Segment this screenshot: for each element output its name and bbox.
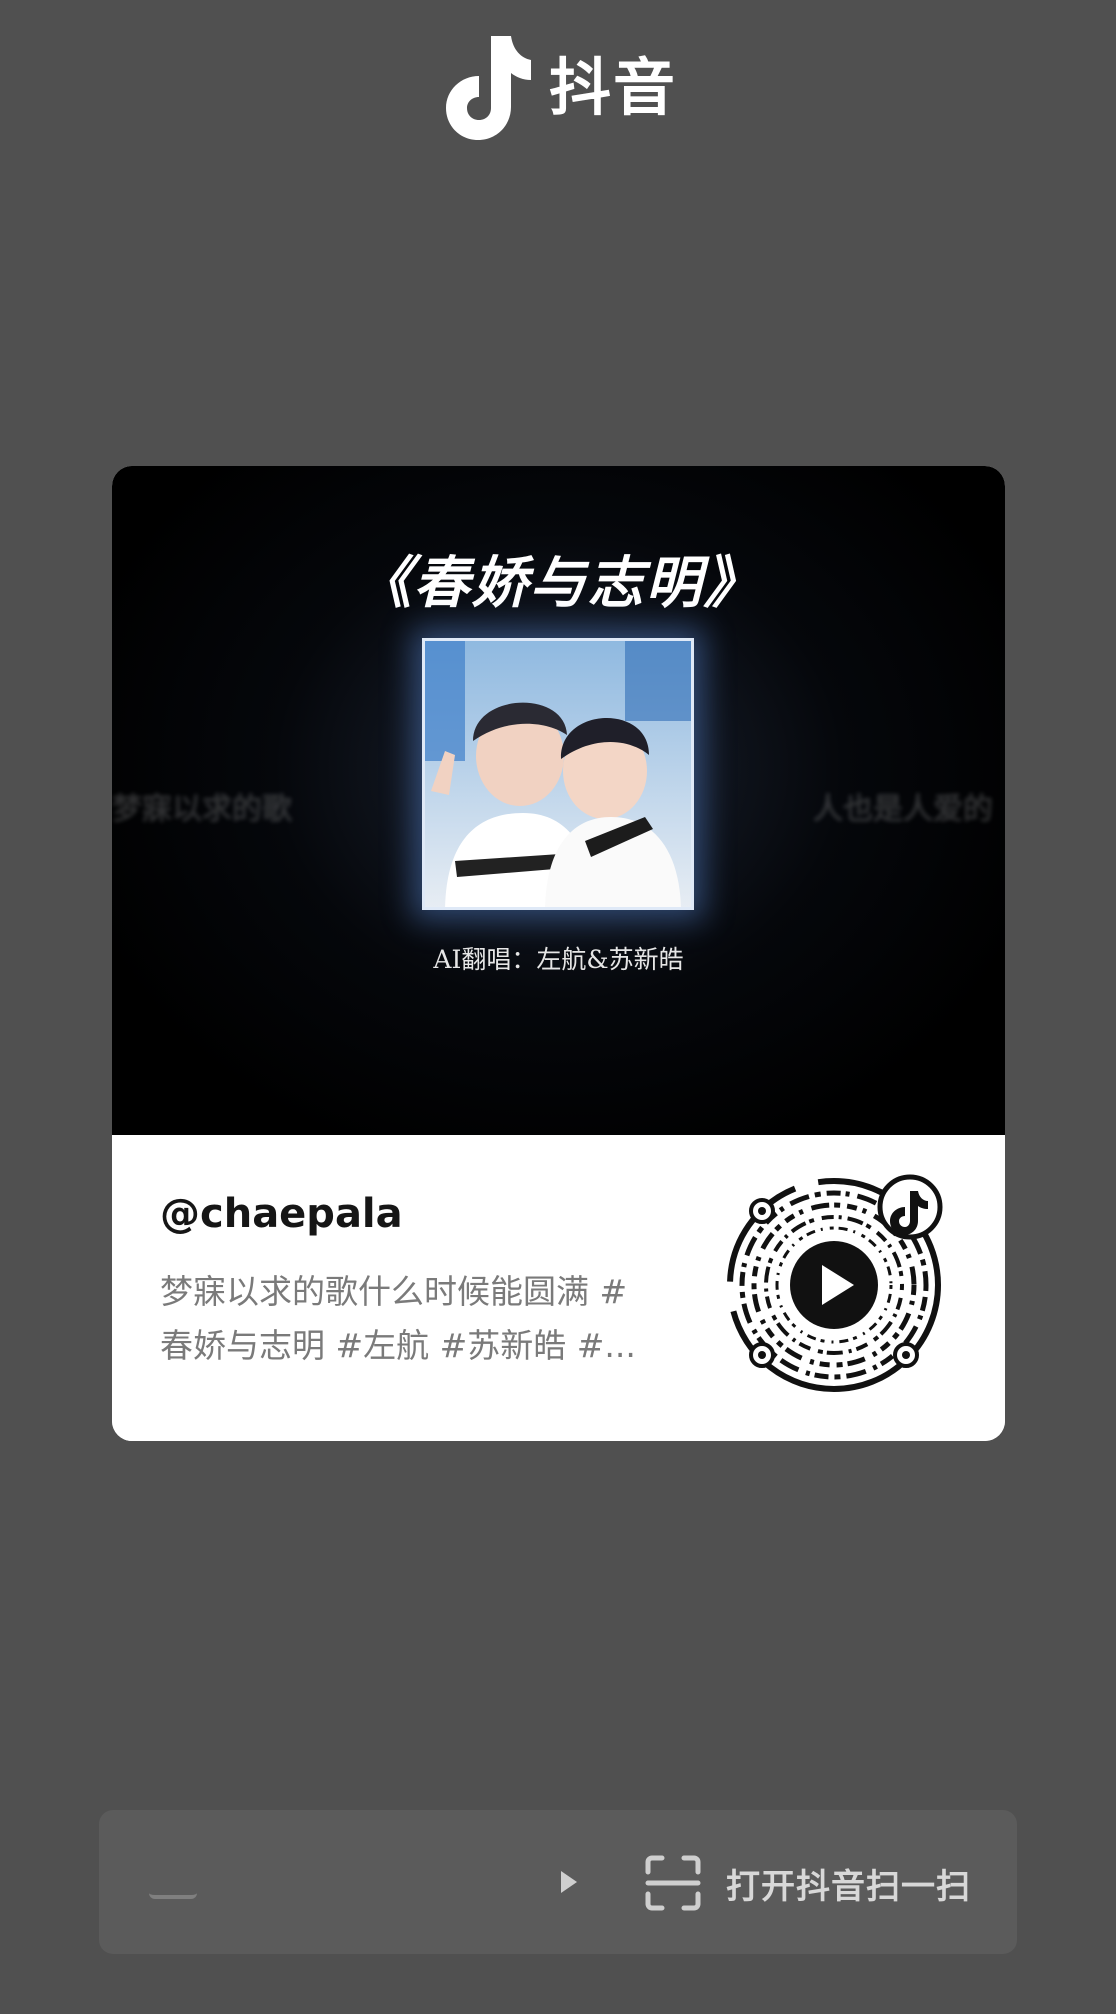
play-icon bbox=[790, 1241, 878, 1329]
douyin-note-icon bbox=[445, 36, 531, 140]
caret-right-icon bbox=[561, 1871, 577, 1893]
share-page: 抖音 梦寐以求的歌 人也是人爱的 《春娇与志明》 AI翻唱：左航&苏新皓 @ch… bbox=[0, 0, 1116, 2014]
cover-faded-text-left: 梦寐以求的歌 bbox=[112, 792, 292, 827]
cover-photo-image bbox=[425, 641, 691, 907]
ghost-icon bbox=[149, 1865, 197, 1899]
scan-label: 打开抖音扫一扫 bbox=[726, 1866, 971, 1907]
video-cover[interactable]: 梦寐以求的歌 人也是人爱的 《春娇与志明》 AI翻唱：左航&苏新皓 bbox=[112, 466, 1005, 1135]
scan-frame-icon bbox=[645, 1855, 701, 1911]
douyin-badge-icon bbox=[877, 1174, 943, 1240]
bottom-scan-bar[interactable]: 打开抖音扫一扫 bbox=[99, 1810, 1017, 1954]
post-description-line-1: 梦寐以求的歌什么时候能圆满 # bbox=[160, 1272, 628, 1311]
cover-credit: AI翻唱：左航&苏新皓 bbox=[433, 945, 684, 974]
post-info: @chaepala 梦寐以求的歌什么时候能圆满 # 春娇与志明 #左航 #苏新皓… bbox=[112, 1135, 1005, 1441]
author-username[interactable]: @chaepala bbox=[160, 1191, 403, 1237]
brand-header: 抖音 bbox=[0, 36, 1116, 140]
share-card[interactable]: 梦寐以求的歌 人也是人爱的 《春娇与志明》 AI翻唱：左航&苏新皓 @chaep… bbox=[112, 466, 1005, 1441]
post-description-line-2: 春娇与志明 #左航 #苏新皓 #... bbox=[160, 1326, 636, 1365]
qr-corner-marker bbox=[749, 1198, 775, 1224]
brand-name: 抖音 bbox=[548, 51, 677, 124]
bar-left-faded bbox=[149, 1856, 479, 1908]
qr-corner-marker bbox=[749, 1342, 775, 1368]
cover-photo bbox=[422, 638, 694, 910]
qr-code bbox=[724, 1173, 954, 1403]
open-douyin-scan-button[interactable]: 打开抖音扫一扫 bbox=[644, 1854, 971, 1912]
cover-faded-text-right: 人也是人爱的 bbox=[813, 792, 993, 827]
qr-corner-marker bbox=[893, 1342, 919, 1368]
cover-title: 《春娇与志明》 bbox=[355, 551, 762, 616]
post-description: 梦寐以求的歌什么时候能圆满 # 春娇与志明 #左航 #苏新皓 #... bbox=[160, 1265, 720, 1373]
